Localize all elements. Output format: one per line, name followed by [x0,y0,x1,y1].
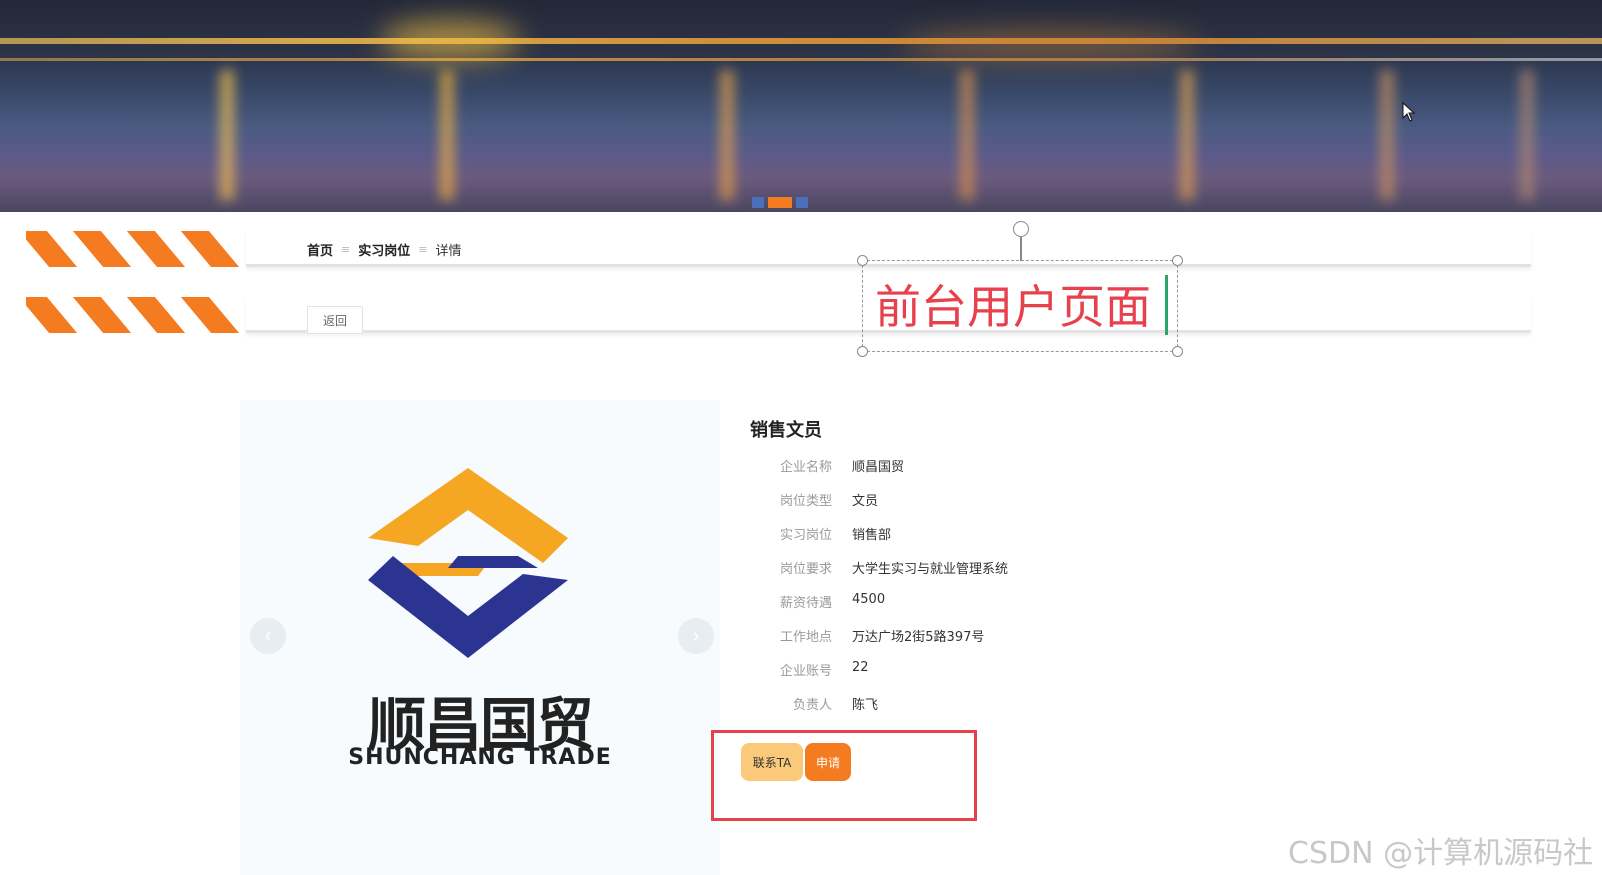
detail-value: 大学生实习与就业管理系统 [852,562,1009,577]
banner-bridge-lights [0,38,1602,44]
banner-glow [380,20,520,60]
breadcrumb-bar [26,231,1531,269]
annotation-text[interactable]: 前台用户页面 [875,271,1151,337]
back-button[interactable]: 返回 [307,306,363,334]
annotation-textbox[interactable]: 前台用户页面 [857,221,1183,357]
carousel-dot[interactable] [752,197,764,208]
detail-value: 万达广场2街5路397号 [852,630,985,645]
detail-row: 薪资待遇 4500 [750,592,1008,626]
detail-row: 企业账号 22 [750,660,1008,694]
rotate-handle-line [1020,237,1022,261]
carousel-prev-button[interactable]: ‹ [250,618,286,654]
detail-row: 实习岗位 销售部 [750,524,1008,558]
resize-handle-top-right[interactable] [1172,255,1183,266]
banner-glow [900,30,1200,60]
hero-banner [0,0,1602,212]
carousel-next-button[interactable]: › [678,618,714,654]
banner-bridge-lights-lower [0,58,1602,61]
breadcrumb: 首页 ≡ 实习岗位 ≡ 详情 [307,240,461,259]
job-title: 销售文员 [750,420,822,441]
detail-row: 工作地点 万达广场2街5路397号 [750,626,1008,660]
detail-label: 薪资待遇 [779,596,832,611]
carousel-dots[interactable] [752,197,808,208]
detail-value: 陈飞 [852,698,879,713]
rotate-handle[interactable] [1013,221,1029,237]
action-bar [26,297,1531,335]
detail-row: 企业名称 顺昌国贸 [750,456,1008,490]
breadcrumb-separator: ≡ [418,243,428,256]
stripe-decoration [26,231,251,267]
detail-label: 企业账号 [779,664,832,679]
mouse-cursor-icon [1402,102,1416,122]
resize-handle-top-left[interactable] [857,255,868,266]
banner-reflection [440,70,454,200]
breadcrumb-home[interactable]: 首页 [307,240,333,259]
breadcrumb-current: 详情 [435,244,462,259]
apply-button[interactable]: 申请 [805,743,851,781]
stripe-decoration [26,297,251,333]
banner-reflection [960,70,974,200]
detail-label: 岗位要求 [779,562,832,577]
detail-value: 销售部 [852,528,892,543]
carousel-dot[interactable] [768,197,792,208]
detail-row: 岗位要求 大学生实习与就业管理系统 [750,558,1008,592]
banner-reflection [1520,70,1534,200]
carousel-dot[interactable] [796,197,808,208]
banner-reflection [1180,70,1194,200]
banner-sky [0,0,1602,58]
detail-value: 顺昌国贸 [852,460,905,475]
resize-handle-bottom-left[interactable] [857,346,868,357]
detail-row: 负责人 陈飞 [750,694,1008,728]
detail-label: 岗位类型 [779,494,832,509]
detail-label: 实习岗位 [779,528,832,543]
watermark: CSDN @计算机源码社 [1288,836,1594,871]
detail-label: 企业名称 [779,460,832,475]
company-logo-icon [368,468,568,658]
breadcrumb-separator: ≡ [341,243,351,256]
detail-value: 4500 [852,592,886,607]
detail-label: 工作地点 [779,630,832,645]
text-caret [1165,275,1168,335]
breadcrumb-section[interactable]: 实习岗位 [358,240,410,259]
logo-name-en: SHUNCHANG TRADE [348,745,612,770]
banner-reflection [220,70,234,200]
detail-row: 岗位类型 文员 [750,490,1008,524]
banner-reflection [720,70,734,200]
banner-reflection [1380,70,1394,200]
detail-value: 22 [852,660,869,675]
resize-handle-bottom-right[interactable] [1172,346,1183,357]
job-detail-list: 企业名称 顺昌国贸岗位类型 文员实习岗位 销售部岗位要求 大学生实习与就业管理系统薪资待… [750,456,1008,728]
detail-value: 文员 [852,494,879,509]
contact-button[interactable]: 联系TA [741,743,803,781]
job-image-carousel: 顺昌国贸 SHUNCHANG TRADE ‹ › [240,400,720,875]
detail-label: 负责人 [792,698,832,713]
